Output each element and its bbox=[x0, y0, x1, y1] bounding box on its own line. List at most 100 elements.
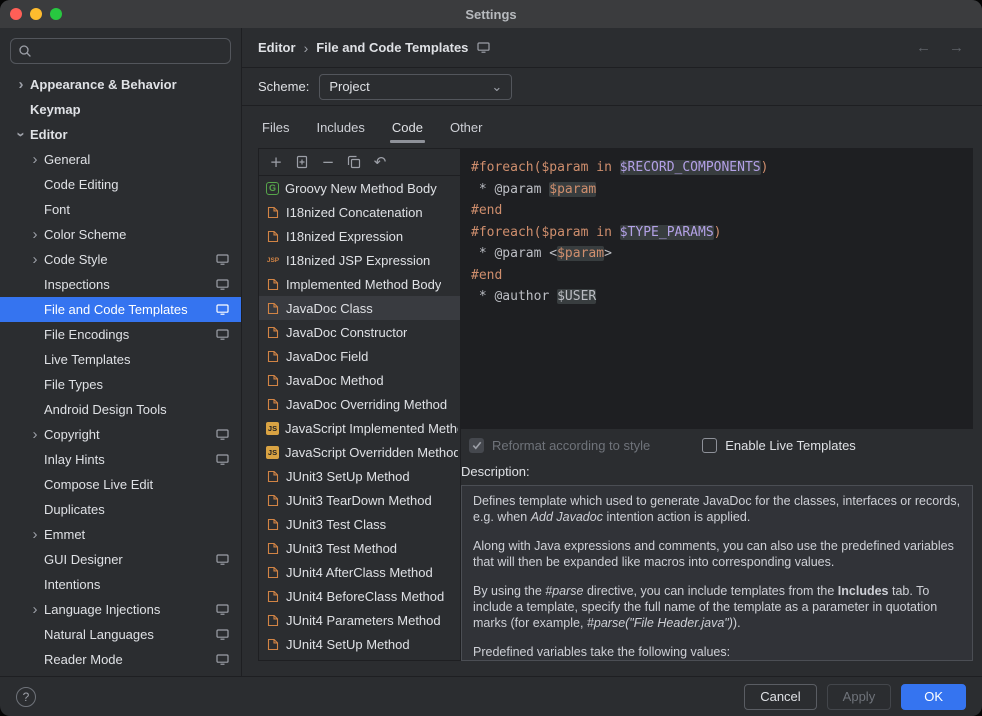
template-item-i18nized-jsp-expression[interactable]: JSPI18nized JSP Expression bbox=[259, 248, 460, 272]
chevron-right-icon[interactable]: › bbox=[26, 252, 44, 267]
tab-code[interactable]: Code bbox=[392, 106, 423, 148]
sidebar-item-inspections[interactable]: Inspections bbox=[0, 272, 241, 297]
minimize-window-button[interactable] bbox=[30, 8, 42, 20]
template-item-junit3-teardown-method[interactable]: JUnit3 TearDown Method bbox=[259, 488, 460, 512]
sidebar-item-code-editing[interactable]: Code Editing bbox=[0, 172, 241, 197]
template-item-javadoc-overriding-method[interactable]: JavaDoc Overriding Method bbox=[259, 392, 460, 416]
cancel-button[interactable]: Cancel bbox=[744, 684, 816, 710]
code-line: * @param <$param> bbox=[471, 243, 973, 265]
create-child-template-button[interactable] bbox=[290, 151, 314, 173]
sidebar-item-language-injections[interactable]: ›Language Injections bbox=[0, 597, 241, 622]
sidebar-item-file-types[interactable]: File Types bbox=[0, 372, 241, 397]
template-item-javadoc-method[interactable]: JavaDoc Method bbox=[259, 368, 460, 392]
chevron-right-icon[interactable]: › bbox=[26, 152, 44, 167]
monitor-icon bbox=[216, 329, 229, 340]
copy-template-button[interactable] bbox=[342, 151, 366, 173]
ok-button[interactable]: OK bbox=[901, 684, 966, 710]
template-panels: + − ↶ GGroovy New Method BodyI18nized Conc… bbox=[258, 148, 973, 661]
monitor-icon bbox=[216, 654, 229, 665]
template-item-javadoc-field[interactable]: JavaDoc Field bbox=[259, 344, 460, 368]
sidebar-item-live-templates[interactable]: Live Templates bbox=[0, 347, 241, 372]
sidebar-item-label: General bbox=[44, 152, 229, 167]
back-arrow-icon[interactable]: ← bbox=[916, 39, 931, 56]
template-item-javadoc-constructor[interactable]: JavaDoc Constructor bbox=[259, 320, 460, 344]
template-item-implemented-method-body[interactable]: Implemented Method Body bbox=[259, 272, 460, 296]
sidebar-item-font[interactable]: Font bbox=[0, 197, 241, 222]
plus-icon: + bbox=[270, 155, 283, 170]
main-area: ›Appearance & BehaviorKeymap›Editor›Gene… bbox=[0, 28, 982, 676]
template-file-icon bbox=[266, 469, 280, 483]
chevron-right-icon[interactable]: › bbox=[26, 427, 44, 442]
chevron-right-icon[interactable]: › bbox=[26, 527, 44, 542]
sidebar-item-android-design-tools[interactable]: Android Design Tools bbox=[0, 397, 241, 422]
tab-includes[interactable]: Includes bbox=[316, 106, 364, 148]
template-item-i18nized-concatenation[interactable]: I18nized Concatenation bbox=[259, 200, 460, 224]
groovy-file-icon: G bbox=[266, 182, 279, 195]
sidebar-item-label: Reader Mode bbox=[44, 652, 210, 667]
breadcrumb-item-editor[interactable]: Editor bbox=[258, 40, 296, 55]
template-item-junit4-setup-method[interactable]: JUnit4 SetUp Method bbox=[259, 632, 460, 656]
forward-arrow-icon[interactable]: → bbox=[949, 39, 964, 56]
help-button[interactable]: ? bbox=[16, 687, 36, 707]
apply-button[interactable]: Apply bbox=[827, 684, 892, 710]
template-item-junit3-test-method[interactable]: JUnit3 Test Method bbox=[259, 536, 460, 560]
checkbox-checked-icon bbox=[469, 438, 484, 453]
tab-files[interactable]: Files bbox=[262, 106, 289, 148]
close-window-button[interactable] bbox=[10, 8, 22, 20]
sidebar-item-reader-mode[interactable]: Reader Mode bbox=[0, 647, 241, 672]
chevron-right-icon[interactable]: › bbox=[26, 227, 44, 242]
tab-other[interactable]: Other bbox=[450, 106, 483, 148]
remove-template-button[interactable]: − bbox=[316, 151, 340, 173]
scheme-label: Scheme: bbox=[258, 79, 309, 94]
javascript-file-icon: JS bbox=[266, 446, 279, 459]
history-nav: ← → bbox=[916, 39, 964, 56]
sidebar-item-gui-designer[interactable]: GUI Designer bbox=[0, 547, 241, 572]
template-item-junit4-parameters-method[interactable]: JUnit4 Parameters Method bbox=[259, 608, 460, 632]
monitor-icon bbox=[216, 254, 229, 265]
chevron-down-icon[interactable]: › bbox=[14, 126, 29, 144]
template-editor[interactable]: #foreach($param in $RECORD_COMPONENTS) *… bbox=[461, 148, 973, 429]
sidebar-item-file-and-code-templates[interactable]: File and Code Templates bbox=[0, 297, 241, 322]
sidebar-item-compose-live-edit[interactable]: Compose Live Edit bbox=[0, 472, 241, 497]
template-item-javadoc-class[interactable]: JavaDoc Class bbox=[259, 296, 460, 320]
chevron-right-icon[interactable]: › bbox=[12, 77, 30, 92]
traffic-lights bbox=[10, 8, 62, 20]
reformat-checkbox-label: Reformat according to style bbox=[492, 438, 650, 453]
zoom-window-button[interactable] bbox=[50, 8, 62, 20]
settings-search-box[interactable] bbox=[10, 38, 231, 64]
enable-live-templates-checkbox[interactable]: Enable Live Templates bbox=[702, 438, 856, 453]
add-template-button[interactable]: + bbox=[264, 151, 288, 173]
template-item-javascript-implemented-method[interactable]: JSJavaScript Implemented Method bbox=[259, 416, 460, 440]
settings-search-input[interactable] bbox=[37, 43, 223, 60]
sidebar-item-label: Keymap bbox=[30, 102, 229, 117]
sidebar-item-label: Code Style bbox=[44, 252, 210, 267]
reformat-checkbox[interactable]: Reformat according to style bbox=[469, 438, 650, 453]
sidebar-item-emmet[interactable]: ›Emmet bbox=[0, 522, 241, 547]
sidebar-item-duplicates[interactable]: Duplicates bbox=[0, 497, 241, 522]
sidebar-item-keymap[interactable]: Keymap bbox=[0, 97, 241, 122]
sidebar-item-editor[interactable]: ›Editor bbox=[0, 122, 241, 147]
sidebar-item-file-encodings[interactable]: File Encodings bbox=[0, 322, 241, 347]
chevron-right-icon[interactable]: › bbox=[26, 602, 44, 617]
sidebar-item-intentions[interactable]: Intentions bbox=[0, 572, 241, 597]
template-item-groovy-new-method-body[interactable]: GGroovy New Method Body bbox=[259, 176, 460, 200]
sidebar-item-color-scheme[interactable]: ›Color Scheme bbox=[0, 222, 241, 247]
code-line: #foreach($param in $RECORD_COMPONENTS) bbox=[471, 157, 973, 179]
template-item-i18nized-expression[interactable]: I18nized Expression bbox=[259, 224, 460, 248]
template-item-junit3-test-class[interactable]: JUnit3 Test Class bbox=[259, 512, 460, 536]
reset-templates-button[interactable]: ↶ bbox=[368, 151, 392, 173]
template-item-label: JUnit3 Test Method bbox=[286, 541, 397, 556]
sidebar-item-natural-languages[interactable]: Natural Languages bbox=[0, 622, 241, 647]
sidebar-item-inlay-hints[interactable]: Inlay Hints bbox=[0, 447, 241, 472]
template-item-junit3-setup-method[interactable]: JUnit3 SetUp Method bbox=[259, 464, 460, 488]
sidebar-item-copyright[interactable]: ›Copyright bbox=[0, 422, 241, 447]
sidebar-item-code-style[interactable]: ›Code Style bbox=[0, 247, 241, 272]
template-item-junit4-afterclass-method[interactable]: JUnit4 AfterClass Method bbox=[259, 560, 460, 584]
template-item-junit4-beforeclass-method[interactable]: JUnit4 BeforeClass Method bbox=[259, 584, 460, 608]
sidebar-item-general[interactable]: ›General bbox=[0, 147, 241, 172]
template-options-row: Reformat according to style Enable Live … bbox=[461, 438, 973, 453]
template-item-javascript-overridden-method[interactable]: JSJavaScript Overridden Method bbox=[259, 440, 460, 464]
scheme-select[interactable]: Project ⌄ bbox=[319, 74, 512, 100]
sidebar-item-appearance-behavior[interactable]: ›Appearance & Behavior bbox=[0, 72, 241, 97]
template-item-label: JUnit4 Parameters Method bbox=[286, 613, 441, 628]
